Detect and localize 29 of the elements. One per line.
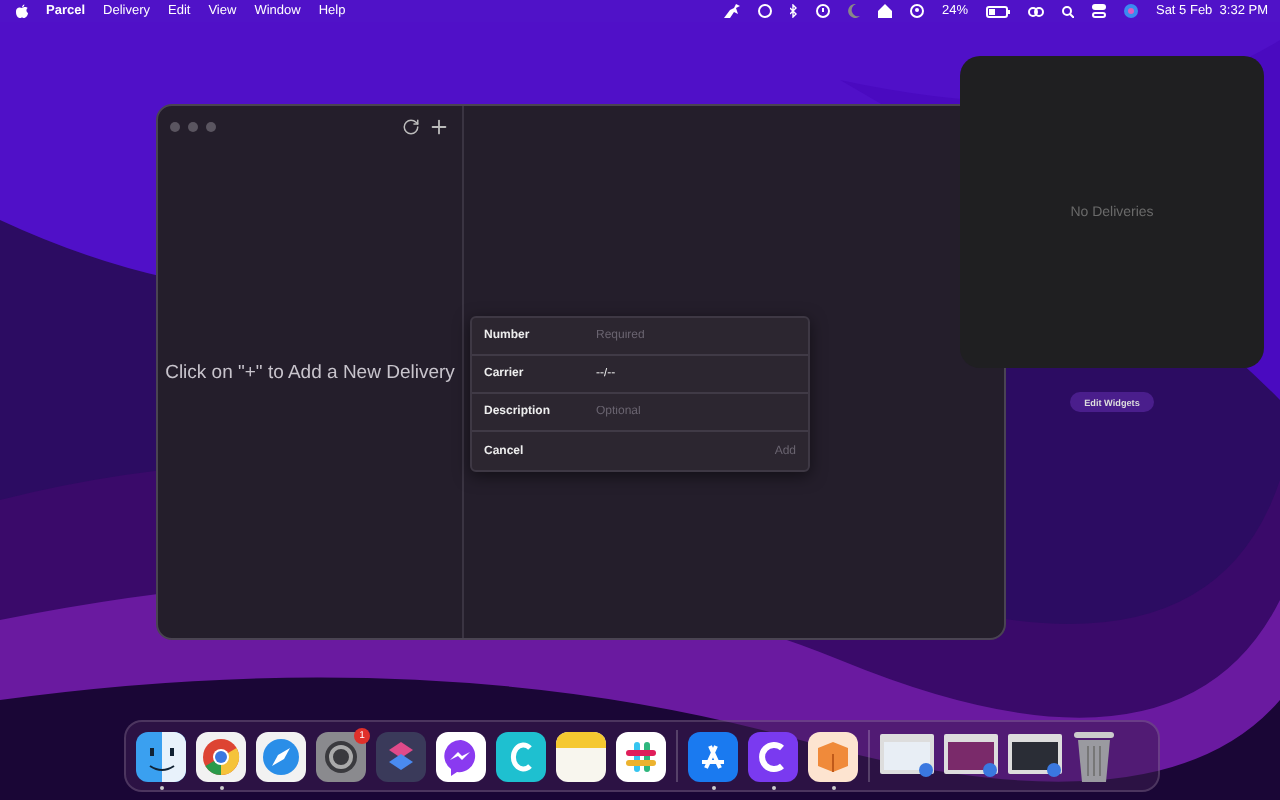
empty-hint: Click on "+" to Add a New Delivery xyxy=(165,361,455,383)
link-icon[interactable] xyxy=(1027,5,1044,17)
ring-logo-icon[interactable] xyxy=(748,731,798,781)
house-icon[interactable] xyxy=(877,4,892,18)
box-icon[interactable] xyxy=(808,731,858,781)
store-icon[interactable] xyxy=(688,731,738,781)
hash-logo-icon[interactable] xyxy=(616,731,666,781)
chat-icon[interactable] xyxy=(436,731,486,781)
compass-icon[interactable] xyxy=(256,731,306,781)
battery-icon[interactable] xyxy=(985,5,1010,17)
apple-icon[interactable] xyxy=(16,4,28,18)
control-center-icon[interactable] xyxy=(1091,4,1106,18)
trash-icon[interactable] xyxy=(1072,729,1116,783)
curve-logo-icon[interactable] xyxy=(496,731,546,781)
browser-icon[interactable] xyxy=(196,731,246,781)
gear-icon[interactable] xyxy=(316,731,366,781)
bluetooth-icon[interactable] xyxy=(789,4,798,18)
window-thumbnail-icon[interactable] xyxy=(1008,734,1062,778)
add-icon[interactable] xyxy=(428,115,450,137)
notepad-icon[interactable] xyxy=(556,731,606,781)
power-icon[interactable] xyxy=(815,4,830,18)
siri-icon[interactable] xyxy=(1123,4,1138,18)
moon-icon[interactable] xyxy=(847,4,860,18)
search-icon[interactable] xyxy=(1061,5,1074,17)
window-thumbnail-icon[interactable] xyxy=(880,734,934,778)
kangaroo-icon[interactable] xyxy=(723,4,740,18)
refresh-icon[interactable] xyxy=(402,117,420,135)
layers-icon[interactable] xyxy=(376,731,426,781)
window-thumbnail-icon[interactable] xyxy=(944,734,998,778)
